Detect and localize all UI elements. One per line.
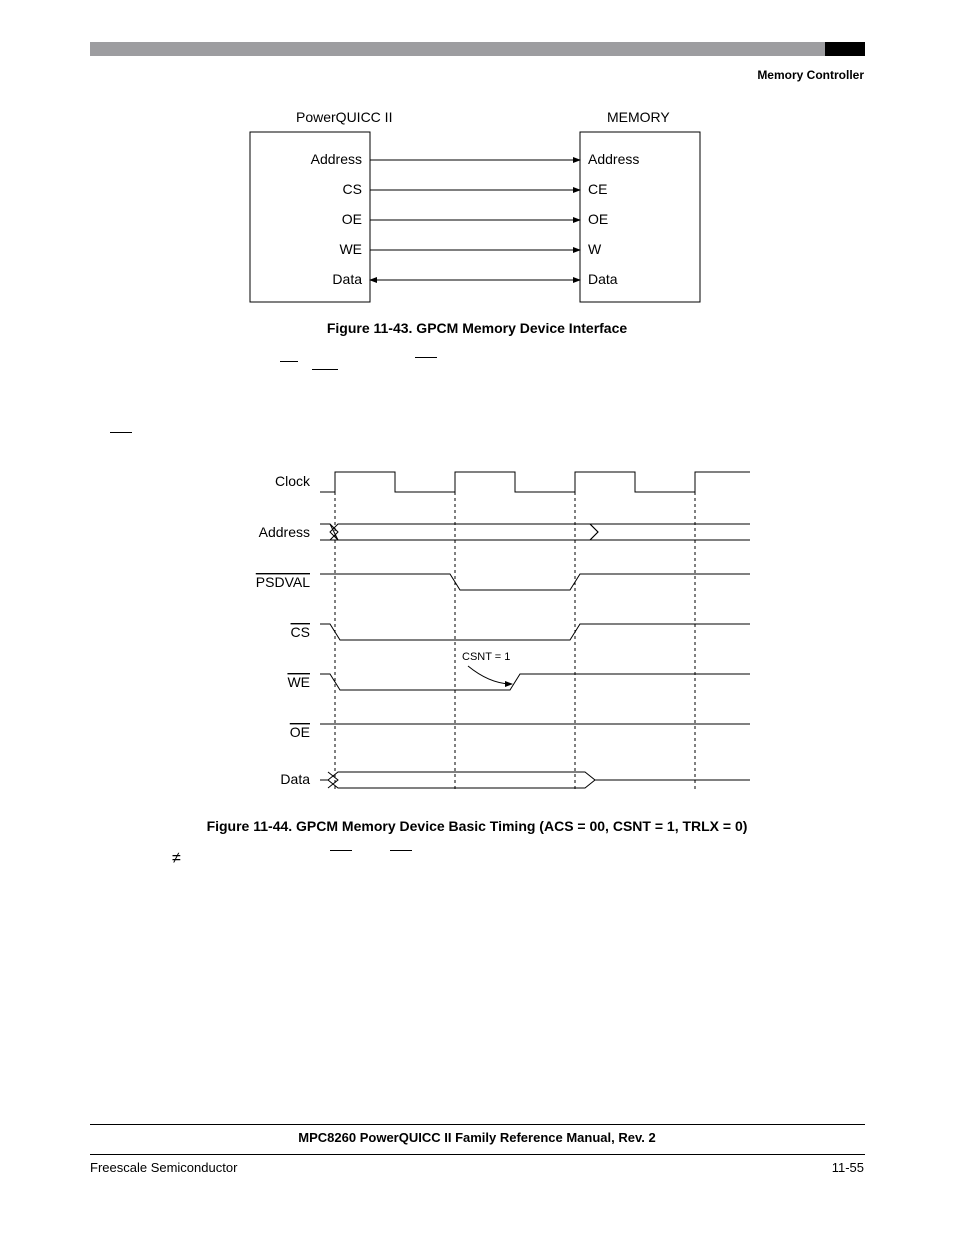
para2-overline-1 [330,850,352,851]
right-signal-oe: OE [588,211,608,227]
left-signal-oe: OE [342,211,362,227]
figure-11-44-caption: Figure 11-44. GPCM Memory Device Basic T… [0,818,954,834]
header-rule-black [825,42,865,56]
right-signal-data: Data [588,271,618,287]
timing-label-data: Data [280,771,310,787]
footer-rule-lower [90,1154,865,1155]
timing-label-oe: OE [290,724,310,740]
timing-label-address: Address [259,524,310,540]
figure-11-44: Clock Address PSDVAL CS CSNT = 1 WE OE D… [190,462,790,812]
page: Memory Controller PowerQUICC II MEMORY A… [0,0,954,1235]
footer-rule-upper [90,1124,865,1125]
left-signal-data: Data [332,271,362,287]
clock-wave [320,472,750,492]
timing-label-clock: Clock [275,473,311,489]
para1-fragments [280,350,400,370]
right-block-title: MEMORY [607,109,670,125]
header-rule-grey [90,42,825,56]
footer-company: Freescale Semiconductor [90,1160,237,1175]
footer-page-number: 11-55 [832,1160,864,1175]
header-rule [90,42,865,56]
figure-11-43-caption: Figure 11-43. GPCM Memory Device Interfa… [0,320,954,336]
we-wave [320,674,750,690]
cs-wave [320,624,750,640]
para2-overline-2 [390,850,412,851]
right-signal-ce: CE [588,181,607,197]
footer-manual-title: MPC8260 PowerQUICC II Family Reference M… [0,1130,954,1145]
left-signal-we: WE [339,241,362,257]
left-signal-address: Address [311,151,362,167]
data-bus [328,772,595,788]
para2-neq: ≠ [172,850,181,868]
para1-fragment-left [110,432,132,433]
csnt-arrow [468,666,512,684]
timing-label-psdval: PSDVAL [256,574,310,590]
timing-label-cs: CS [291,624,310,640]
psdval-wave [320,574,750,590]
right-signal-address: Address [588,151,639,167]
figure-11-43: PowerQUICC II MEMORY Address Address CS … [240,104,740,314]
right-signal-w: W [588,241,602,257]
left-block-title: PowerQUICC II [296,109,392,125]
timing-label-we: WE [287,674,310,690]
timing-guides [335,492,695,792]
section-title: Memory Controller [757,68,864,82]
address-bus [330,524,598,540]
timing-note-csnt: CSNT = 1 [462,651,510,663]
left-signal-cs: CS [343,181,362,197]
